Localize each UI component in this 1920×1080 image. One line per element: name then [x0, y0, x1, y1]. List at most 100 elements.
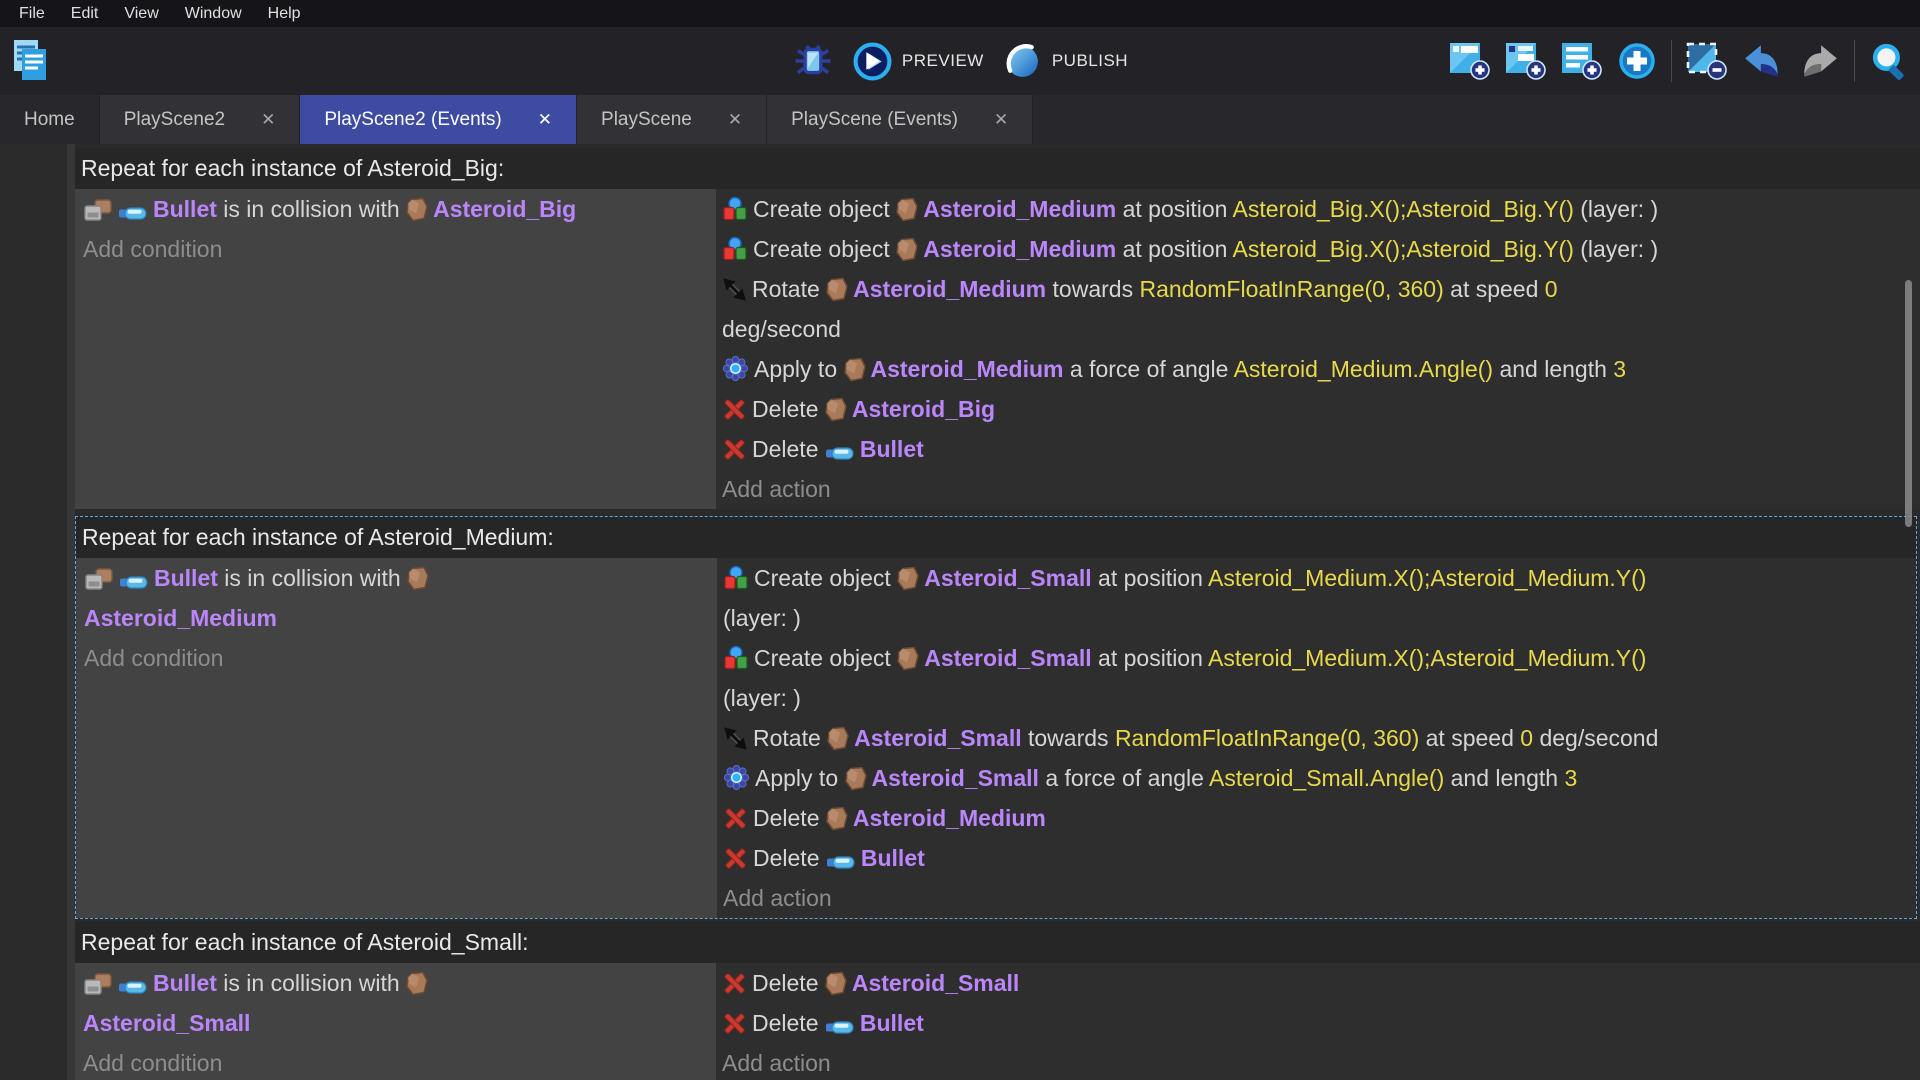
undo-icon: [1742, 42, 1784, 80]
debug-button[interactable]: [792, 40, 834, 82]
tab-playscene-events[interactable]: PlayScene (Events)✕: [767, 95, 1033, 144]
add-subevent-icon: [1505, 42, 1547, 80]
text: at position: [1092, 565, 1208, 591]
action-row[interactable]: Apply to Asteroid_Medium a force of angl…: [716, 349, 1920, 389]
text: Rotate: [752, 276, 826, 302]
event-header[interactable]: Repeat for each instance of Asteroid_Med…: [76, 517, 1916, 558]
action-row[interactable]: Delete Asteroid_Big: [716, 389, 1920, 429]
search-button[interactable]: [1869, 41, 1910, 82]
actions-column: Create object Asteroid_Medium at positio…: [716, 189, 1920, 509]
collision-icon: [83, 963, 113, 1003]
text: and length: [1444, 765, 1564, 791]
object-name: Bullet: [154, 565, 218, 591]
expression: 3: [1564, 765, 1577, 791]
object-name: Asteroid_Small: [854, 725, 1021, 751]
event-header[interactable]: Repeat for each instance of Asteroid_Big…: [75, 148, 1920, 189]
event-block[interactable]: Repeat for each instance of Asteroid_Big…: [75, 148, 1920, 509]
bullet-icon: [826, 838, 856, 878]
toolbar: PREVIEW PUBLISH: [0, 27, 1920, 95]
text: at speed: [1444, 276, 1545, 302]
add-circle-button[interactable]: [1617, 41, 1657, 81]
tab-label: PlayScene2: [124, 109, 225, 131]
bullet-icon: [825, 429, 855, 469]
menu-file[interactable]: File: [6, 0, 58, 27]
redo-button[interactable]: [1798, 42, 1840, 80]
tab-close-icon[interactable]: ✕: [994, 110, 1008, 130]
publish-button[interactable]: PUBLISH: [1002, 41, 1128, 82]
rotate-icon: [722, 269, 747, 309]
add-comment-button[interactable]: [1561, 42, 1603, 80]
events-sheet: Repeat for each instance of Asteroid_Big…: [0, 144, 1920, 1080]
event-block[interactable]: Repeat for each instance of Asteroid_Med…: [75, 516, 1917, 919]
event-block[interactable]: Repeat for each instance of Asteroid_Sma…: [75, 922, 1920, 1080]
add-action-button[interactable]: Add action: [716, 469, 1920, 509]
text: Create object: [753, 236, 896, 262]
tab-close-icon[interactable]: ✕: [261, 110, 275, 130]
expression: 3: [1613, 356, 1626, 382]
add-event-button[interactable]: [1449, 42, 1491, 80]
add-event-icon: [1449, 42, 1491, 80]
add-condition-button[interactable]: Add condition: [76, 638, 717, 678]
menu-view[interactable]: View: [111, 0, 171, 27]
object-name: Asteroid_Medium: [923, 236, 1116, 262]
text: at position: [1116, 236, 1232, 262]
tab-home[interactable]: Home: [0, 95, 100, 144]
action-row[interactable]: Create object Asteroid_Medium at positio…: [716, 189, 1920, 229]
add-comment-icon: [1561, 42, 1603, 80]
text: towards: [1022, 725, 1115, 751]
add-condition-button[interactable]: Add condition: [75, 229, 716, 269]
action-row[interactable]: Apply to Asteroid_Small a force of angle…: [717, 758, 1916, 798]
menu-edit[interactable]: Edit: [58, 0, 112, 27]
menu-window[interactable]: Window: [172, 0, 255, 27]
expression: Asteroid_Big.X();Asteroid_Big.Y(): [1233, 236, 1574, 262]
action-row[interactable]: Delete Bullet: [716, 429, 1920, 469]
action-row[interactable]: Create object Asteroid_Medium at positio…: [716, 229, 1920, 269]
text: Create object: [754, 645, 897, 671]
actions-column: Delete Asteroid_SmallDelete BulletAdd ac…: [716, 963, 1920, 1080]
asteroid-icon: [825, 389, 847, 429]
object-name: Asteroid_Big: [852, 396, 995, 422]
debug-icon: [792, 40, 834, 82]
undo-button[interactable]: [1742, 42, 1784, 80]
action-row[interactable]: Create object Asteroid_Small at position…: [717, 558, 1916, 638]
action-row[interactable]: Rotate Asteroid_Medium towards RandomFlo…: [716, 269, 1920, 349]
text: (layer: ): [1574, 196, 1658, 222]
search-icon: [1869, 41, 1910, 82]
event-body: Bullet is in collision with Asteroid_Med…: [76, 558, 1916, 918]
tab-playscene2-events[interactable]: PlayScene2 (Events)✕: [300, 95, 577, 144]
object-name: Asteroid_Medium: [923, 196, 1116, 222]
tab-playscene[interactable]: PlayScene✕: [577, 95, 767, 144]
action-row[interactable]: Delete Bullet: [717, 838, 1916, 878]
condition-row[interactable]: Bullet is in collision with Asteroid_Med…: [76, 558, 717, 638]
condition-row[interactable]: Bullet is in collision with Asteroid_Sma…: [75, 963, 716, 1043]
tab-close-icon[interactable]: ✕: [728, 110, 742, 130]
conditions-column: Bullet is in collision with Asteroid_Sma…: [75, 963, 716, 1080]
tab-playscene2[interactable]: PlayScene2 ✕: [100, 95, 301, 144]
rotate-icon: [723, 718, 748, 758]
add-action-button[interactable]: Add action: [716, 1043, 1920, 1080]
action-row[interactable]: Delete Asteroid_Small: [716, 963, 1920, 1003]
condition-row[interactable]: Bullet is in collision with Asteroid_Big: [75, 189, 716, 229]
object-name: Asteroid_Small: [924, 565, 1091, 591]
event-header[interactable]: Repeat for each instance of Asteroid_Sma…: [75, 922, 1920, 963]
redo-icon: [1798, 42, 1840, 80]
bullet-icon: [119, 558, 149, 598]
action-row[interactable]: Delete Bullet: [716, 1003, 1920, 1043]
add-action-button[interactable]: Add action: [717, 878, 1916, 918]
tab-close-icon[interactable]: ✕: [538, 110, 552, 130]
menu-help[interactable]: Help: [255, 0, 314, 27]
object-name: Asteroid_Small: [852, 970, 1019, 996]
action-row[interactable]: Create object Asteroid_Small at position…: [717, 638, 1916, 718]
preview-button[interactable]: PREVIEW: [852, 41, 984, 82]
delete-selection-button[interactable]: [1686, 42, 1728, 80]
text: (layer: ): [1574, 236, 1658, 262]
expression: 0: [1520, 725, 1533, 751]
scrollbar-thumb[interactable]: [1905, 280, 1912, 527]
asteroid-icon: [844, 349, 866, 389]
action-row[interactable]: Rotate Asteroid_Small towards RandomFloa…: [717, 718, 1916, 758]
add-subevent-button[interactable]: [1505, 42, 1547, 80]
add-condition-button[interactable]: Add condition: [75, 1043, 716, 1080]
actions-column: Create object Asteroid_Small at position…: [717, 558, 1916, 918]
object-name: Asteroid_Medium: [871, 356, 1064, 382]
action-row[interactable]: Delete Asteroid_Medium: [717, 798, 1916, 838]
